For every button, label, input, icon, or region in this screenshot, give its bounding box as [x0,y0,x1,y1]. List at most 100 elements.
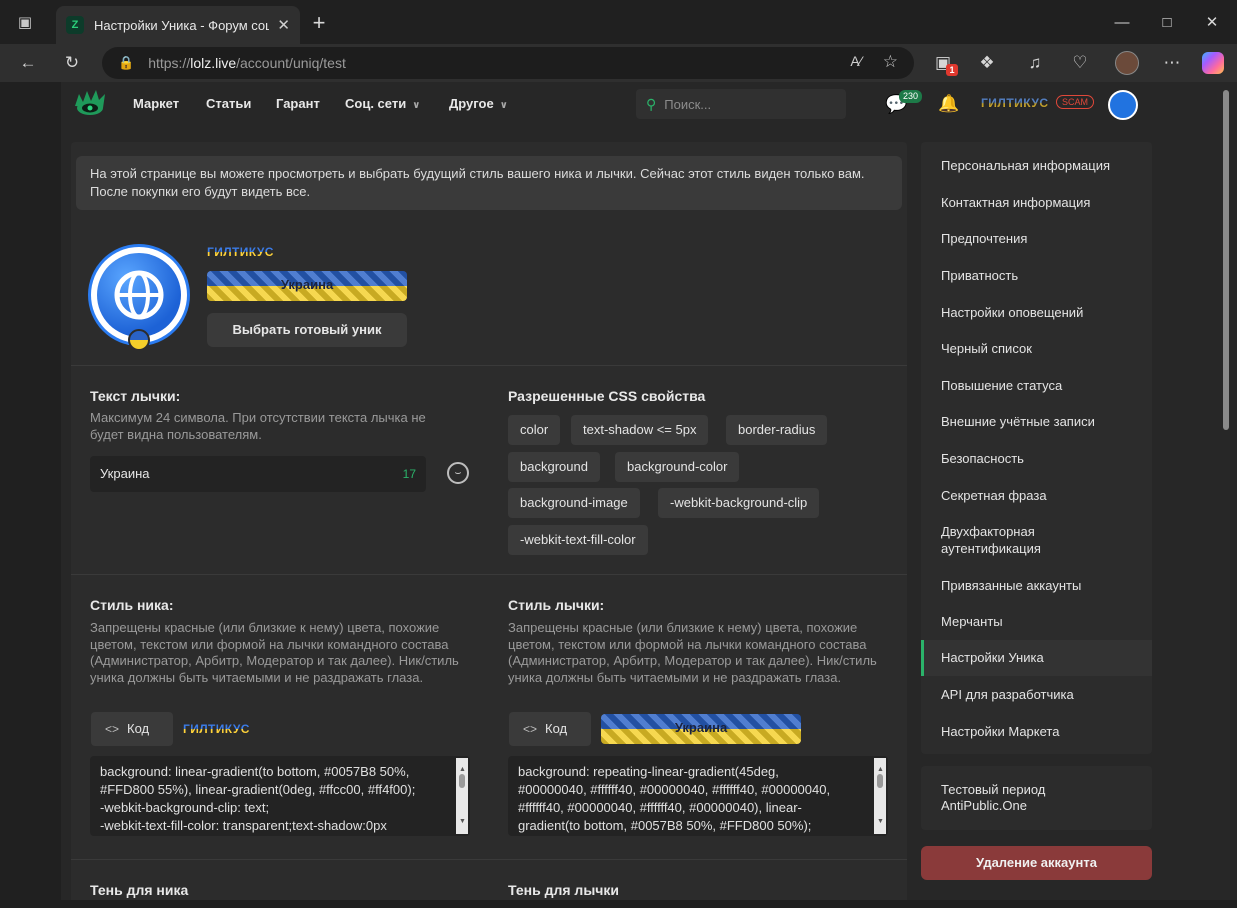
nav-other[interactable]: Другое ∨ [449,96,508,111]
sidebar-item-contacts[interactable]: Контактная информация [921,194,1152,211]
reload-icon[interactable]: ↻ [58,49,86,77]
smile-icon[interactable]: ⌣ [447,462,469,484]
nav-social[interactable]: Соц. сети ∨ [345,96,420,111]
sidebar-item-blacklist[interactable]: Черный список [921,340,1152,357]
code-icon: <> [105,722,120,736]
css-chip: -webkit-text-fill-color [508,525,648,555]
css-chip: background [508,452,600,482]
css-chip: -webkit-background-clip [658,488,820,518]
css-chip: color [508,415,561,445]
browser-profile-avatar[interactable] [1115,51,1139,75]
web-page: Маркет Статьи Гарант Соц. сети ∨ Другое ∨ … [61,82,1217,908]
sidebar-item-linked-accounts[interactable]: Привязанные аккаунты [921,577,1152,594]
sidebar-item-preferences[interactable]: Предпочтения [921,230,1152,247]
lock-icon[interactable]: 🔒 [118,55,134,71]
nav-market[interactable]: Маркет [133,96,179,111]
main-panel: На этой странице вы можете просмотреть и… [71,142,907,908]
divider [71,365,907,366]
textarea-scrollbar[interactable]: ▲ ▼ [874,758,886,834]
page-scrollbar[interactable] [1217,82,1237,908]
sidebar-item-security[interactable]: Безопасность [921,450,1152,467]
badge-preview: Украина [601,714,801,744]
sidebar-item-personal[interactable]: Персональная информация [921,157,1152,174]
maximize-icon[interactable]: □ [1154,10,1180,36]
sidebar-item-secret-phrase[interactable]: Секретная фраза [921,487,1152,504]
nav-username[interactable]: ГИЛТИКУС [981,96,1049,110]
badge-style-description: Запрещены красные (или близкие к нему) ц… [508,620,877,685]
settings-sidebar: Персональная информация Контактная инфор… [921,142,1152,754]
badge-text-input[interactable]: Украина 17 [90,456,426,492]
close-window-icon[interactable]: ✕ [1199,10,1225,36]
css-chip: background-color [615,452,740,482]
copilot-icon[interactable] [1202,52,1224,74]
badge-code-button[interactable]: <> Код [509,712,591,746]
extension-badge: 1 [946,64,958,76]
browser-tab[interactable]: Z Настройки Уника - Форум социальной инж… [56,6,300,44]
badge-text-description: Максимум 24 символа. При отсутствии текс… [90,410,426,442]
browser-titlebar: ▣ Z Настройки Уника - Форум социальной и… [0,0,1237,44]
close-tab-icon[interactable]: ✕ [277,16,290,34]
nick-css-textarea[interactable]: background: linear-gradient(to bottom, #… [90,756,470,836]
badge-css-textarea[interactable]: background: repeating-linear-gradient(45… [508,756,888,836]
choose-ready-uniq-button[interactable]: Выбрать готовый уник [207,313,407,347]
search-placeholder: Поиск... [664,96,712,112]
sidebar-item-privacy[interactable]: Приватность [921,267,1152,284]
window-bottom-edge [0,900,1237,908]
messages-count: 230 [899,90,923,103]
tab-title: Настройки Уника - Форум социальной инжен… [93,17,270,33]
textarea-scrollbar[interactable]: ▲ ▼ [456,758,468,834]
badge-text-value: Украина [100,466,150,481]
sidebar-item-api[interactable]: API для разработчика [921,686,1152,703]
url-text[interactable]: https://lolz.live/account/uniq/test [148,55,346,71]
scam-badge: SCAM [1056,95,1095,109]
minimize-icon[interactable]: — [1109,10,1135,36]
read-aloud-icon[interactable]: A⁄ [850,53,862,69]
music-icon[interactable]: ♫ [1021,49,1049,77]
sidebar-item-uniq-settings[interactable]: Настройки Уника [921,640,1152,676]
chevron-down-icon: ∨ [499,100,508,111]
chevron-down-icon: ∨ [412,100,421,111]
new-tab-button[interactable]: + [306,10,332,36]
sidebar-item-notifications[interactable]: Настройки оповещений [921,304,1152,321]
sidebar-item-external-accounts[interactable]: Внешние учётные записи [921,413,1152,430]
more-icon[interactable]: ⋯ [1158,49,1186,77]
delete-account-button[interactable]: Удаление аккаунта [921,846,1152,880]
sidebar-item-market-settings[interactable]: Настройки Маркета [921,723,1152,740]
heart-pulse-icon[interactable]: ♡ [1066,49,1094,77]
address-bar[interactable]: 🔒 https://lolz.live/account/uniq/test A⁄… [102,47,914,79]
nav-guarantee[interactable]: Гарант [276,96,320,111]
css-chip: text-shadow <= 5px [571,415,709,445]
info-notice: На этой странице вы можете просмотреть и… [76,156,902,210]
site-navbar: Маркет Статьи Гарант Соц. сети ∨ Другое ∨ … [61,82,1217,126]
sidebar-item-upgrade[interactable]: Повышение статуса [921,377,1152,394]
sidebar-item-2fa[interactable]: Двухфакторная аутентификация [921,523,1121,557]
workspaces-icon[interactable]: ▣ [14,12,36,34]
divider [71,859,907,860]
star-icon[interactable]: ☆ [883,52,898,72]
browser-toolbar: ← ↻ 🔒 https://lolz.live/account/uniq/tes… [0,44,1237,82]
scrollbar-thumb[interactable] [1223,90,1229,430]
preview-badge: Украина [207,271,407,301]
bell-icon[interactable]: 🔔 [938,94,959,114]
nick-code-button[interactable]: <> Код [91,712,173,746]
search-input[interactable]: ⚲ Поиск... [636,89,846,119]
nick-shadow-title: Тень для ника [90,882,189,898]
nav-articles[interactable]: Статьи [206,96,251,111]
site-logo[interactable] [73,88,107,118]
css-chip: background-image [508,488,640,518]
badge-style-title: Стиль лычки: [508,597,605,613]
badge-text-title: Текст лычки: [90,388,181,404]
extensions-icon[interactable]: ❖ [973,49,1001,77]
nick-preview: ГИЛТИКУС [183,722,250,736]
flag-badge-icon [128,329,150,351]
sidebar-trial-link[interactable]: Тестовый период AntiPublic.One [921,766,1152,830]
back-icon[interactable]: ← [14,49,42,77]
preview-username: ГИЛТИКУС [207,245,274,259]
nick-style-title: Стиль ника: [90,597,174,613]
sidebar-item-merchants[interactable]: Мерчанты [921,613,1152,630]
nav-avatar[interactable] [1108,90,1138,120]
css-chip: border-radius [726,415,828,445]
chars-remaining: 17 [402,467,416,481]
globe-icon [114,270,164,320]
allowed-css-title: Разрешенные CSS свойства [508,388,706,404]
